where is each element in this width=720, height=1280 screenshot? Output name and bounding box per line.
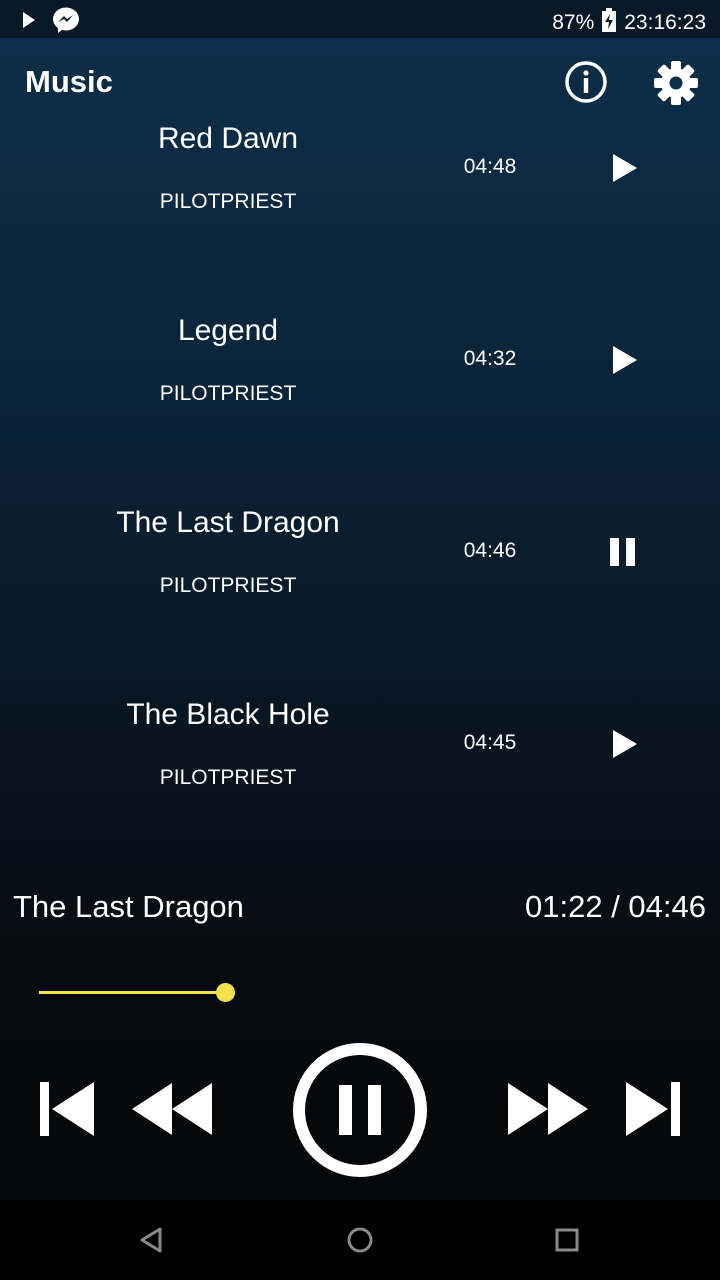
track-item[interactable]: The Black Hole PILOTPRIEST 04:45 bbox=[0, 698, 720, 890]
track-item[interactable]: The Last Dragon PILOTPRIEST 04:46 bbox=[0, 506, 720, 698]
track-play-button[interactable] bbox=[600, 336, 648, 384]
status-bar: 87% 23:16:23 bbox=[0, 0, 720, 38]
home-button[interactable] bbox=[340, 1220, 380, 1260]
battery-charging-icon bbox=[602, 8, 617, 38]
back-icon bbox=[140, 1227, 162, 1253]
info-button[interactable] bbox=[564, 60, 608, 104]
track-play-button[interactable] bbox=[600, 720, 648, 768]
skip-previous-icon bbox=[40, 1082, 94, 1136]
track-pause-button[interactable] bbox=[600, 528, 648, 576]
play-icon bbox=[613, 730, 637, 758]
track-item[interactable]: Red Dawn PILOTPRIEST 04:48 bbox=[0, 122, 720, 314]
track-duration: 04:48 bbox=[463, 155, 517, 178]
play-icon bbox=[613, 346, 637, 374]
pause-circle-icon bbox=[293, 1043, 427, 1177]
now-playing-time: 01:22 / 04:46 bbox=[525, 889, 706, 924]
back-button[interactable] bbox=[132, 1220, 172, 1260]
seekbar-thumb[interactable] bbox=[215, 983, 235, 1002]
now-playing-title: The Last Dragon bbox=[13, 889, 244, 924]
recents-icon bbox=[555, 1228, 579, 1252]
track-title: Legend bbox=[177, 314, 279, 347]
skip-previous-button[interactable] bbox=[38, 1080, 96, 1143]
track-title: The Last Dragon bbox=[116, 506, 340, 539]
seekbar[interactable] bbox=[39, 976, 689, 1010]
settings-button[interactable] bbox=[653, 60, 699, 106]
home-icon bbox=[347, 1227, 373, 1253]
system-nav-bar bbox=[0, 1200, 720, 1280]
gear-icon bbox=[654, 61, 698, 105]
track-artist: PILOTPRIEST bbox=[159, 382, 297, 405]
rewind-button[interactable] bbox=[130, 1080, 214, 1143]
clock: 23:16:23 bbox=[624, 11, 706, 34]
track-title: Red Dawn bbox=[157, 122, 299, 155]
messenger-icon bbox=[52, 7, 80, 38]
skip-next-icon bbox=[626, 1082, 680, 1136]
pause-icon bbox=[610, 538, 635, 566]
track-duration: 04:45 bbox=[463, 731, 517, 754]
fast-forward-button[interactable] bbox=[506, 1080, 590, 1143]
seekbar-progress bbox=[39, 991, 225, 994]
skip-next-button[interactable] bbox=[624, 1080, 682, 1143]
track-artist: PILOTPRIEST bbox=[159, 190, 297, 213]
recents-button[interactable] bbox=[547, 1220, 587, 1260]
track-artist: PILOTPRIEST bbox=[159, 574, 297, 597]
rewind-icon bbox=[132, 1083, 212, 1135]
track-item[interactable]: Legend PILOTPRIEST 04:32 bbox=[0, 314, 720, 506]
app-title: Music bbox=[25, 64, 113, 99]
app-bar: Music bbox=[0, 38, 720, 128]
play-icon bbox=[613, 154, 637, 182]
fast-forward-icon bbox=[508, 1083, 588, 1135]
track-title: The Black Hole bbox=[126, 698, 330, 731]
play-pause-button[interactable] bbox=[292, 1042, 428, 1183]
track-play-button[interactable] bbox=[600, 144, 648, 192]
track-artist: PILOTPRIEST bbox=[159, 766, 297, 789]
battery-level: 87% bbox=[552, 11, 595, 34]
track-duration: 04:46 bbox=[463, 539, 517, 562]
info-icon bbox=[565, 61, 607, 103]
play-notification-icon bbox=[20, 9, 38, 36]
track-duration: 04:32 bbox=[463, 347, 517, 370]
